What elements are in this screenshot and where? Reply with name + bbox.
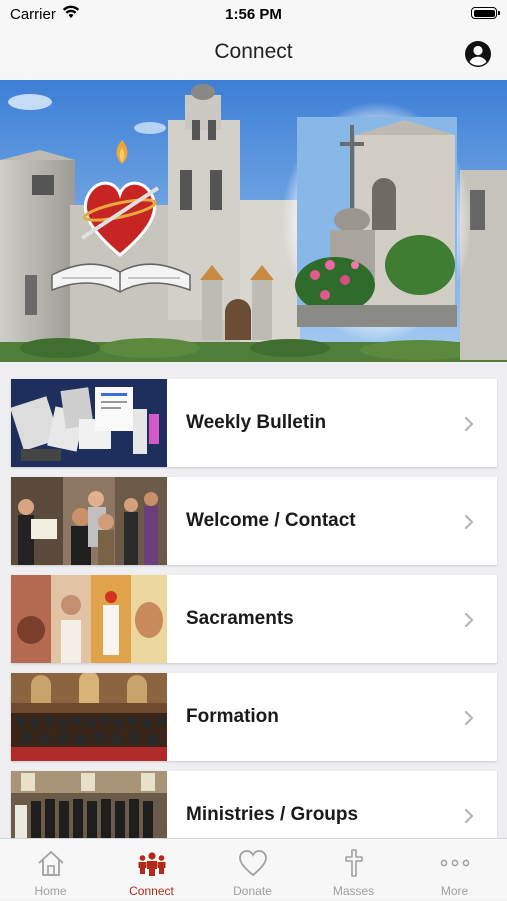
chevron-right-icon: [464, 710, 474, 726]
list-item-formation[interactable]: Formation: [11, 673, 497, 761]
status-time: 1:56 PM: [225, 6, 282, 23]
tab-donate[interactable]: Donate: [202, 839, 303, 901]
page-title: Connect: [214, 40, 293, 63]
connect-list: Weekly Bulletin Welcome / Contact Sacram…: [0, 362, 507, 838]
list-item-label: Sacraments: [186, 608, 294, 629]
list-item-label: Weekly Bulletin: [186, 412, 327, 433]
profile-icon[interactable]: [464, 40, 492, 68]
house-icon: [38, 851, 64, 876]
list-item-label: Formation: [186, 706, 279, 727]
tab-label: Masses: [332, 884, 375, 898]
sacraments-thumbnail: [11, 575, 167, 663]
navigation-bar: Connect: [0, 30, 507, 80]
list-item-weekly-bulletin[interactable]: Weekly Bulletin: [11, 379, 497, 467]
formation-thumbnail: [11, 673, 167, 761]
welcome-thumbnail: [11, 477, 167, 565]
people-icon: [138, 852, 166, 876]
tab-label: Connect: [129, 884, 174, 898]
bulletin-thumbnail: [11, 379, 167, 467]
inset-photo: [282, 102, 472, 342]
tab-more[interactable]: More: [404, 839, 505, 901]
status-bar: Carrier 1:56 PM: [0, 0, 507, 30]
tab-home[interactable]: Home: [0, 839, 101, 901]
chevron-right-icon: [464, 514, 474, 530]
list-item-ministries-groups[interactable]: Ministries / Groups: [11, 771, 497, 838]
hero-banner: [0, 80, 507, 362]
tab-masses[interactable]: Masses: [303, 839, 404, 901]
tab-label: More: [440, 884, 469, 898]
ministries-thumbnail: [11, 771, 167, 838]
list-item-label: Ministries / Groups: [186, 804, 359, 825]
cross-icon: [345, 849, 363, 877]
chevron-right-icon: [464, 612, 474, 628]
tab-connect[interactable]: Connect: [101, 839, 202, 901]
tab-bar: Home Connect Donate Masses More: [0, 838, 507, 900]
church-banner-image: [0, 80, 507, 362]
list-item-sacraments[interactable]: Sacraments: [11, 575, 497, 663]
tab-label: Donate: [233, 884, 272, 898]
battery-icon: [471, 7, 500, 19]
ellipsis-icon: [440, 859, 470, 867]
list-item-label: Welcome / Contact: [186, 510, 356, 531]
list-item-welcome-contact[interactable]: Welcome / Contact: [11, 477, 497, 565]
heart-icon: [239, 850, 267, 877]
chevron-right-icon: [464, 808, 474, 824]
tab-label: Home: [34, 884, 67, 898]
chevron-right-icon: [464, 416, 474, 432]
